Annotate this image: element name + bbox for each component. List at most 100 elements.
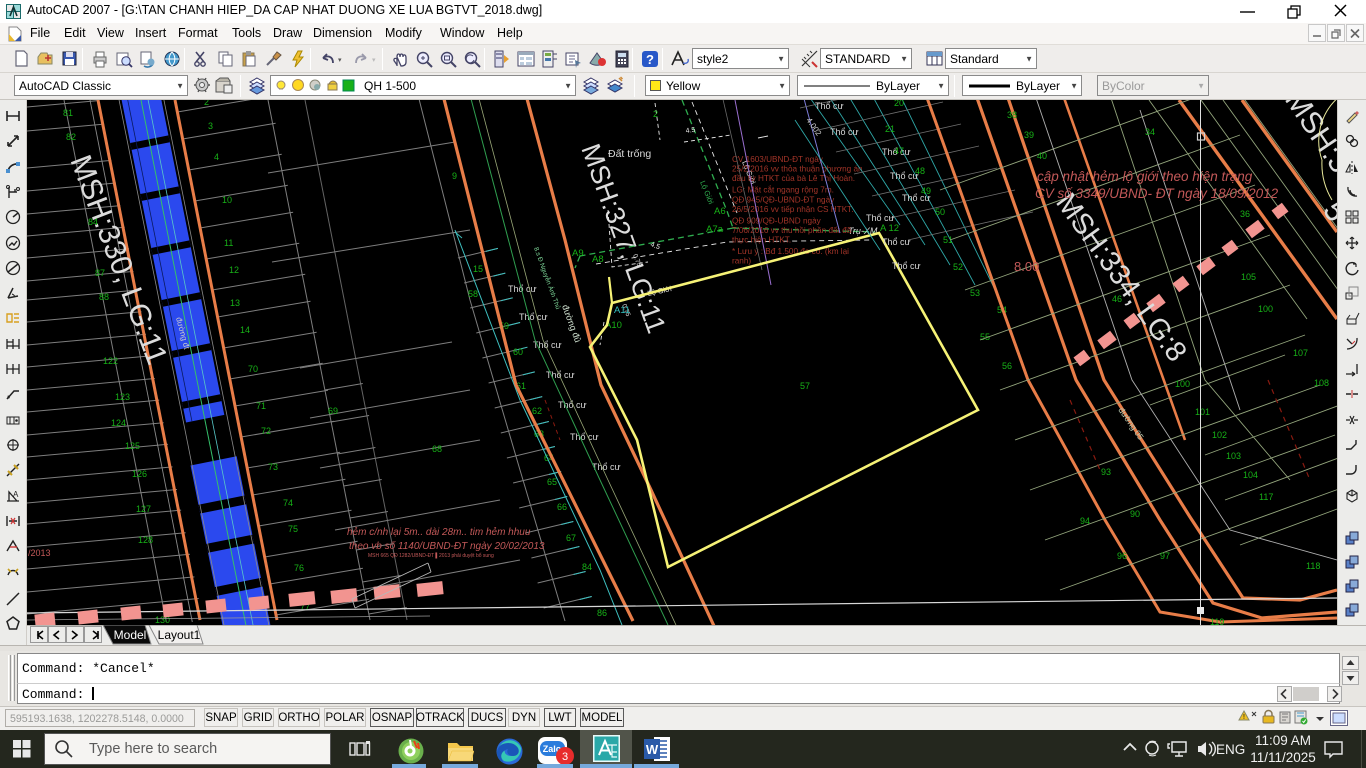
svg-text:126: 126	[132, 469, 147, 479]
svg-text:14: 14	[240, 325, 250, 335]
svg-text:Đất trống: Đất trống	[608, 148, 651, 160]
svg-text:76: 76	[294, 563, 304, 573]
svg-text:W: W	[646, 742, 659, 757]
svg-text:12: 12	[229, 265, 239, 275]
svg-text:Thổ cư: Thổ cư	[570, 432, 599, 442]
svg-text:65: 65	[547, 477, 557, 487]
svg-text:Model: Model	[114, 628, 147, 642]
svg-text:60: 60	[513, 347, 523, 357]
svg-text:Thổ cư: Thổ cư	[519, 312, 548, 322]
svg-text:127: 127	[136, 504, 151, 514]
svg-text:2: 2	[653, 109, 658, 119]
svg-text:MSH 665 QĐ 1282/UBND-ĐT ▌2013: MSH 665 QĐ 1282/UBND-ĐT ▌2013 phải duyệt…	[368, 552, 494, 559]
svg-text:103: 103	[1226, 451, 1241, 461]
svg-text:123: 123	[115, 392, 130, 402]
svg-text:11: 11	[224, 238, 233, 248]
svg-text:8.00: 8.00	[1014, 259, 1039, 274]
svg-text:93: 93	[1101, 467, 1111, 477]
svg-text:105: 105	[1241, 272, 1256, 282]
svg-text:97: 97	[1160, 551, 1170, 561]
svg-text:125: 125	[125, 441, 140, 451]
svg-text:46: 46	[1112, 294, 1122, 304]
svg-text:4.5: 4.5	[685, 127, 696, 135]
svg-text:96: 96	[1117, 551, 1127, 561]
svg-text:58: 58	[468, 289, 478, 299]
svg-text:theo vb số 1140/UBND-ĐT ngày 2: theo vb số 1140/UBND-ĐT ngày 20/02/2013	[349, 540, 545, 552]
svg-text:52: 52	[953, 262, 963, 272]
svg-text:QĐ 909/QĐ-UBND ngày: QĐ 909/QĐ-UBND ngày	[732, 216, 822, 225]
svg-text:39: 39	[1024, 130, 1034, 140]
svg-text:107: 107	[1293, 348, 1308, 358]
svg-text:104: 104	[1243, 470, 1258, 480]
svg-text:A7a: A7a	[706, 224, 724, 235]
svg-text:A 12: A 12	[880, 223, 899, 234]
svg-text:QĐ 945/QĐ-UBND-ĐT ngày: QĐ 945/QĐ-UBND-ĐT ngày	[732, 195, 835, 204]
svg-text:71: 71	[256, 401, 266, 411]
svg-text:/2013: /2013	[28, 548, 51, 558]
svg-text:49: 49	[921, 186, 931, 196]
svg-text:86: 86	[597, 608, 607, 618]
svg-text:3: 3	[208, 121, 213, 131]
svg-text:128: 128	[138, 535, 153, 545]
svg-text:36: 36	[1240, 209, 1250, 219]
svg-text:26/5/2016 vv tiếp nhận CS HTKT: 26/5/2016 vv tiếp nhận CS HTKT.	[732, 205, 854, 214]
svg-text:15: 15	[473, 264, 483, 274]
svg-text:84: 84	[582, 562, 592, 572]
svg-text:4: 4	[214, 152, 219, 162]
svg-text:72: 72	[261, 426, 271, 436]
svg-text:94: 94	[1080, 516, 1090, 526]
svg-text:117: 117	[1259, 492, 1273, 502]
svg-text:hẻm c/nh lại 5m.. dài 28m.. ti: hẻm c/nh lại 5m.. dài 28m.. tim hẻm hhuu	[347, 526, 531, 538]
svg-text:101: 101	[1195, 407, 1210, 417]
svg-text:cập nhật hẻm lộ giới theo hiện: cập nhật hẻm lộ giới theo hiện trạng	[1037, 169, 1253, 184]
svg-text:9: 9	[452, 171, 457, 181]
svg-text:A11: A11	[614, 305, 630, 316]
svg-text:75: 75	[288, 524, 298, 534]
svg-text:CV số 3349/UBND- ĐT ngày 18/09: CV số 3349/UBND- ĐT ngày 18/09/2012	[1035, 186, 1279, 201]
svg-text:84: 84	[88, 217, 98, 227]
svg-text:100: 100	[1175, 379, 1190, 389]
svg-text:81: 81	[63, 108, 73, 118]
svg-text:118: 118	[1306, 561, 1320, 571]
svg-text:A9: A9	[572, 248, 584, 259]
svg-text:122: 122	[103, 356, 118, 366]
svg-text:Thổ cư: Thổ cư	[830, 127, 859, 137]
svg-text:88: 88	[99, 292, 109, 302]
svg-text:Layout1: Layout1	[158, 628, 201, 642]
svg-text:124: 124	[111, 418, 126, 428]
svg-text:Thổ cư: Thổ cư	[882, 237, 911, 247]
svg-text:Thổ cư: Thổ cư	[866, 213, 895, 223]
svg-text:73: 73	[268, 462, 278, 472]
svg-text:53: 53	[970, 288, 980, 298]
svg-text:119: 119	[1210, 617, 1224, 625]
svg-text:10: 10	[222, 195, 232, 205]
svg-text:LG: Mặt cắt ngang rộng 7m.: LG: Mặt cắt ngang rộng 7m.	[732, 185, 834, 195]
svg-text:7/06/2016 vv thu hồi phần đất: 7/06/2016 vv thu hồi phần đất đã	[732, 226, 852, 235]
svg-text:90: 90	[1130, 509, 1140, 519]
svg-text:ranh): ranh)	[732, 257, 751, 266]
svg-text:102: 102	[1212, 430, 1227, 440]
svg-text:40: 40	[1037, 151, 1047, 161]
svg-text:82: 82	[66, 132, 76, 142]
svg-text:68: 68	[432, 444, 442, 454]
svg-text:A8: A8	[592, 254, 604, 265]
svg-text:34: 34	[1145, 127, 1155, 137]
svg-text:69: 69	[328, 406, 338, 416]
svg-text:62: 62	[532, 406, 542, 416]
svg-text:57: 57	[800, 381, 810, 391]
svg-text:20: 20	[894, 100, 904, 108]
svg-text:47: 47	[894, 146, 904, 156]
svg-text:Thổ cư: Thổ cư	[892, 261, 921, 271]
svg-text:100: 100	[1258, 304, 1273, 314]
svg-text:Thổ cư: Thổ cư	[558, 400, 587, 410]
svg-text:87: 87	[95, 268, 105, 278]
svg-text:13: 13	[230, 298, 240, 308]
svg-text:3: 3	[562, 751, 568, 763]
svg-text:70: 70	[248, 364, 258, 374]
svg-text:A6: A6	[714, 206, 726, 217]
svg-text:?: ?	[646, 52, 654, 67]
svg-text:Thổ cư: Thổ cư	[592, 462, 621, 472]
svg-text:108: 108	[1314, 378, 1329, 388]
svg-text:Thổ cư: Thổ cư	[546, 370, 575, 380]
svg-text:2: 2	[204, 100, 209, 107]
